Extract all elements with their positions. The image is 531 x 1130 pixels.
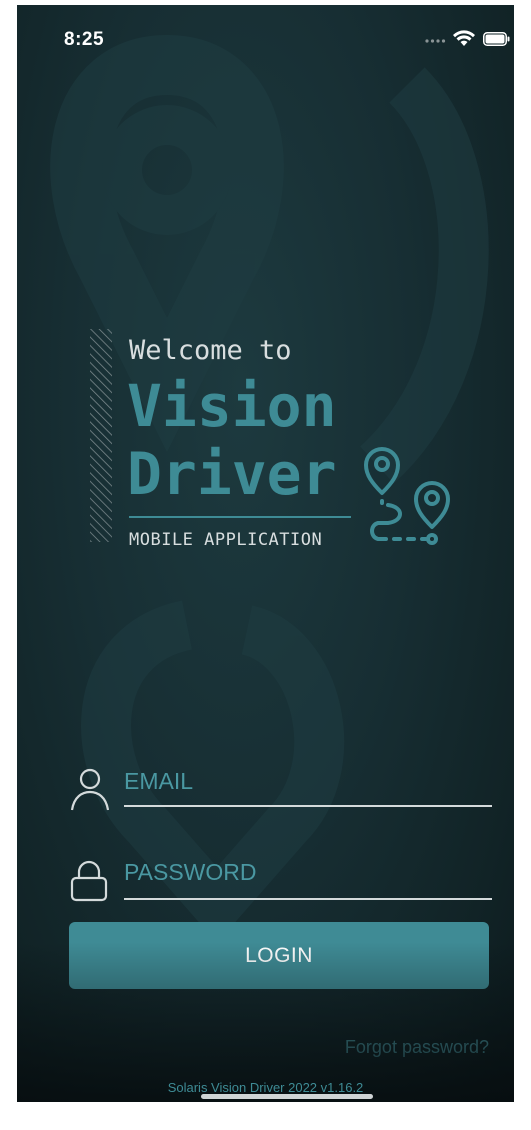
user-icon: [70, 768, 109, 811]
password-field-row: [67, 846, 493, 908]
logo-subtitle: MOBILE APPLICATION: [129, 530, 323, 550]
lock-icon: [70, 860, 108, 902]
wifi-icon: [453, 30, 475, 46]
brand-name-line-1: Vision: [127, 372, 337, 440]
email-field-row: [67, 757, 493, 817]
status-bar: 8:25: [17, 5, 514, 75]
welcome-text: Welcome to: [129, 335, 292, 366]
password-input[interactable]: [124, 846, 492, 900]
hatch-decoration: [90, 329, 112, 542]
battery-icon: [483, 32, 510, 46]
home-indicator[interactable]: [201, 1094, 373, 1099]
cellular-dots-icon: [425, 39, 446, 43]
login-button[interactable]: LOGIN: [69, 922, 489, 989]
logo-divider: [129, 516, 351, 518]
status-time: 8:25: [64, 29, 105, 50]
app-logo: Welcome to Vision Driver MOBILE APPLICAT…: [87, 327, 477, 557]
route-pins-icon: [364, 447, 450, 545]
email-input[interactable]: [124, 757, 492, 807]
login-screen: 8:25 Welcome to Vision Driver MOBILE APP…: [17, 5, 514, 1102]
forgot-password-link[interactable]: Forgot password?: [345, 1037, 489, 1058]
version-text: Solaris Vision Driver 2022 v1.16.2: [167, 1080, 364, 1095]
brand-name-line-2: Driver: [127, 440, 337, 508]
